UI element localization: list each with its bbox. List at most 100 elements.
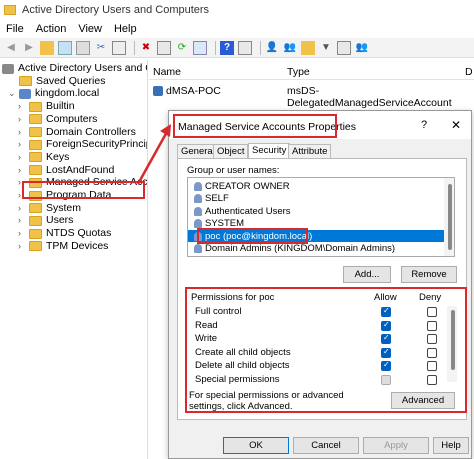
column-header-type[interactable]: Type [287, 66, 310, 78]
column-header-name[interactable]: Name [153, 66, 181, 78]
help-icon[interactable]: ? [421, 119, 427, 131]
deny-checkbox[interactable] [427, 361, 437, 371]
tab-object[interactable]: Object [213, 144, 249, 158]
console-tree[interactable]: Active Directory Users and Com Saved Que… [0, 60, 148, 459]
chevron-icon[interactable]: › [18, 113, 27, 126]
allow-checkbox[interactable] [381, 306, 391, 317]
tree-item[interactable]: › Builtin [18, 100, 75, 113]
refresh-icon[interactable]: ⟳ [175, 41, 189, 55]
new-user-icon[interactable]: 👤 [265, 41, 279, 55]
permission-name: Special permissions [195, 373, 280, 385]
chevron-icon[interactable]: › [18, 151, 27, 164]
export-icon[interactable] [193, 40, 207, 55]
menu-view[interactable]: View [78, 23, 102, 35]
chevron-icon[interactable]: ⌄ [8, 87, 17, 100]
folder-icon [29, 215, 42, 226]
user-list-item[interactable]: CREATOR OWNER [194, 180, 290, 192]
deny-checkbox[interactable] [427, 374, 437, 385]
tree-item[interactable]: › TPM Devices [18, 240, 108, 253]
delete-icon[interactable]: ✖ [139, 41, 153, 55]
chevron-icon[interactable]: › [18, 202, 27, 215]
help-icon[interactable]: ? [220, 40, 234, 55]
cancel-button[interactable]: Cancel [293, 437, 359, 454]
folder-up-icon[interactable] [40, 40, 54, 55]
chevron-icon[interactable]: › [18, 100, 27, 113]
find-icon[interactable] [337, 40, 351, 55]
tree-item[interactable]: › Domain Controllers [18, 126, 136, 139]
cut-icon[interactable]: ✂ [94, 41, 108, 55]
permissions-scrollbar[interactable] [447, 306, 457, 382]
new-ou-icon[interactable] [301, 40, 315, 55]
chevron-icon[interactable]: › [18, 227, 27, 240]
help-button[interactable]: Help [433, 437, 469, 454]
tree-root[interactable]: Active Directory Users and Com [2, 62, 147, 75]
add-to-group-icon[interactable]: 👥 [355, 41, 369, 55]
permission-row: Write [195, 333, 445, 346]
chevron-icon[interactable]: › [18, 214, 27, 227]
permission-row: Special permissions [195, 374, 445, 387]
permissions-scroll-thumb[interactable] [451, 310, 455, 370]
add-button[interactable]: Add... [343, 266, 391, 283]
tab-security[interactable]: Security [248, 143, 291, 159]
tree-item[interactable]: › LostAndFound [18, 164, 114, 177]
console-icon[interactable] [238, 40, 252, 55]
new-group-icon[interactable]: 👥 [283, 41, 297, 55]
details-icon[interactable] [76, 40, 90, 55]
column-header-description[interactable]: D [465, 66, 473, 78]
list-row-dmsa[interactable]: dMSA-POC msDS-DelegatedManagedServiceAcc… [149, 84, 474, 109]
toolbar: ◀ ▶ ✂ ✖ ⟳ ? 👤 👥 ▼ 👥 [0, 38, 474, 58]
allow-checkbox[interactable] [381, 374, 391, 385]
tree-item[interactable]: › System [18, 202, 81, 215]
deny-checkbox[interactable] [427, 320, 437, 331]
permissions-list[interactable]: Full control Read Write Create all child ob… [187, 292, 457, 385]
deny-checkbox[interactable] [427, 347, 437, 358]
selected-user-highlight [197, 228, 308, 244]
tree-item[interactable]: ⌄ kingdom.local [8, 87, 99, 100]
close-icon[interactable]: ✕ [451, 118, 461, 132]
permission-row: Create all child objects [195, 347, 445, 360]
users-scrollbar[interactable] [444, 178, 454, 256]
users-scroll-thumb[interactable] [448, 184, 452, 250]
chevron-icon[interactable]: › [18, 138, 27, 151]
properties-icon[interactable] [157, 40, 171, 55]
tab-attribute-editor[interactable]: Attribute Editor [288, 144, 332, 168]
tree-item[interactable]: › Computers [18, 113, 97, 126]
menu-help[interactable]: Help [114, 23, 137, 35]
tree-item[interactable]: › Users [18, 214, 73, 227]
allow-checkbox[interactable] [381, 360, 391, 371]
allow-checkbox[interactable] [381, 320, 391, 331]
user-icon [194, 181, 202, 191]
deny-checkbox[interactable] [427, 334, 437, 344]
chevron-icon[interactable]: › [18, 164, 27, 177]
back-arrow-icon[interactable]: ◀ [4, 41, 18, 55]
filter-icon[interactable]: ▼ [319, 41, 333, 55]
remove-button[interactable]: Remove [401, 266, 457, 283]
folder-icon [29, 127, 42, 137]
menu-file[interactable]: File [6, 23, 24, 35]
copy-icon[interactable] [112, 40, 126, 55]
users-list[interactable]: CREATOR OWNER SELF Authenticated Users SYST… [187, 177, 455, 257]
user-list-item[interactable]: Authenticated Users [194, 205, 291, 217]
allow-checkbox[interactable] [381, 333, 391, 344]
menu-action[interactable]: Action [36, 23, 67, 35]
advanced-button[interactable]: Advanced [391, 392, 455, 409]
chevron-icon[interactable]: › [18, 126, 27, 139]
permission-name: Write [195, 333, 217, 344]
show-tree-icon[interactable] [58, 40, 72, 55]
forward-arrow-icon[interactable]: ▶ [22, 41, 36, 55]
tree-item[interactable]: › ForeignSecurityPrincipal: [18, 138, 147, 151]
deny-checkbox[interactable] [427, 307, 437, 317]
ok-button[interactable]: OK [223, 437, 289, 454]
user-list-item[interactable]: SELF [194, 193, 229, 205]
console-root-icon [2, 63, 14, 74]
user-name: Domain Admins (KINGDOM\Domain Admins) [205, 243, 396, 254]
allow-checkbox[interactable] [381, 347, 391, 358]
apply-button[interactable]: Apply [363, 437, 429, 454]
tree-item[interactable]: › Keys [18, 151, 69, 164]
user-list-item[interactable]: Domain Admins (KINGDOM\Domain Admins) [194, 243, 395, 255]
user-icon [194, 244, 202, 253]
tree-item-label: TPM Devices [46, 239, 109, 252]
tree-item[interactable]: Saved Queries [8, 75, 105, 88]
tree-item[interactable]: › NTDS Quotas [18, 227, 111, 240]
chevron-icon[interactable]: › [18, 240, 27, 253]
